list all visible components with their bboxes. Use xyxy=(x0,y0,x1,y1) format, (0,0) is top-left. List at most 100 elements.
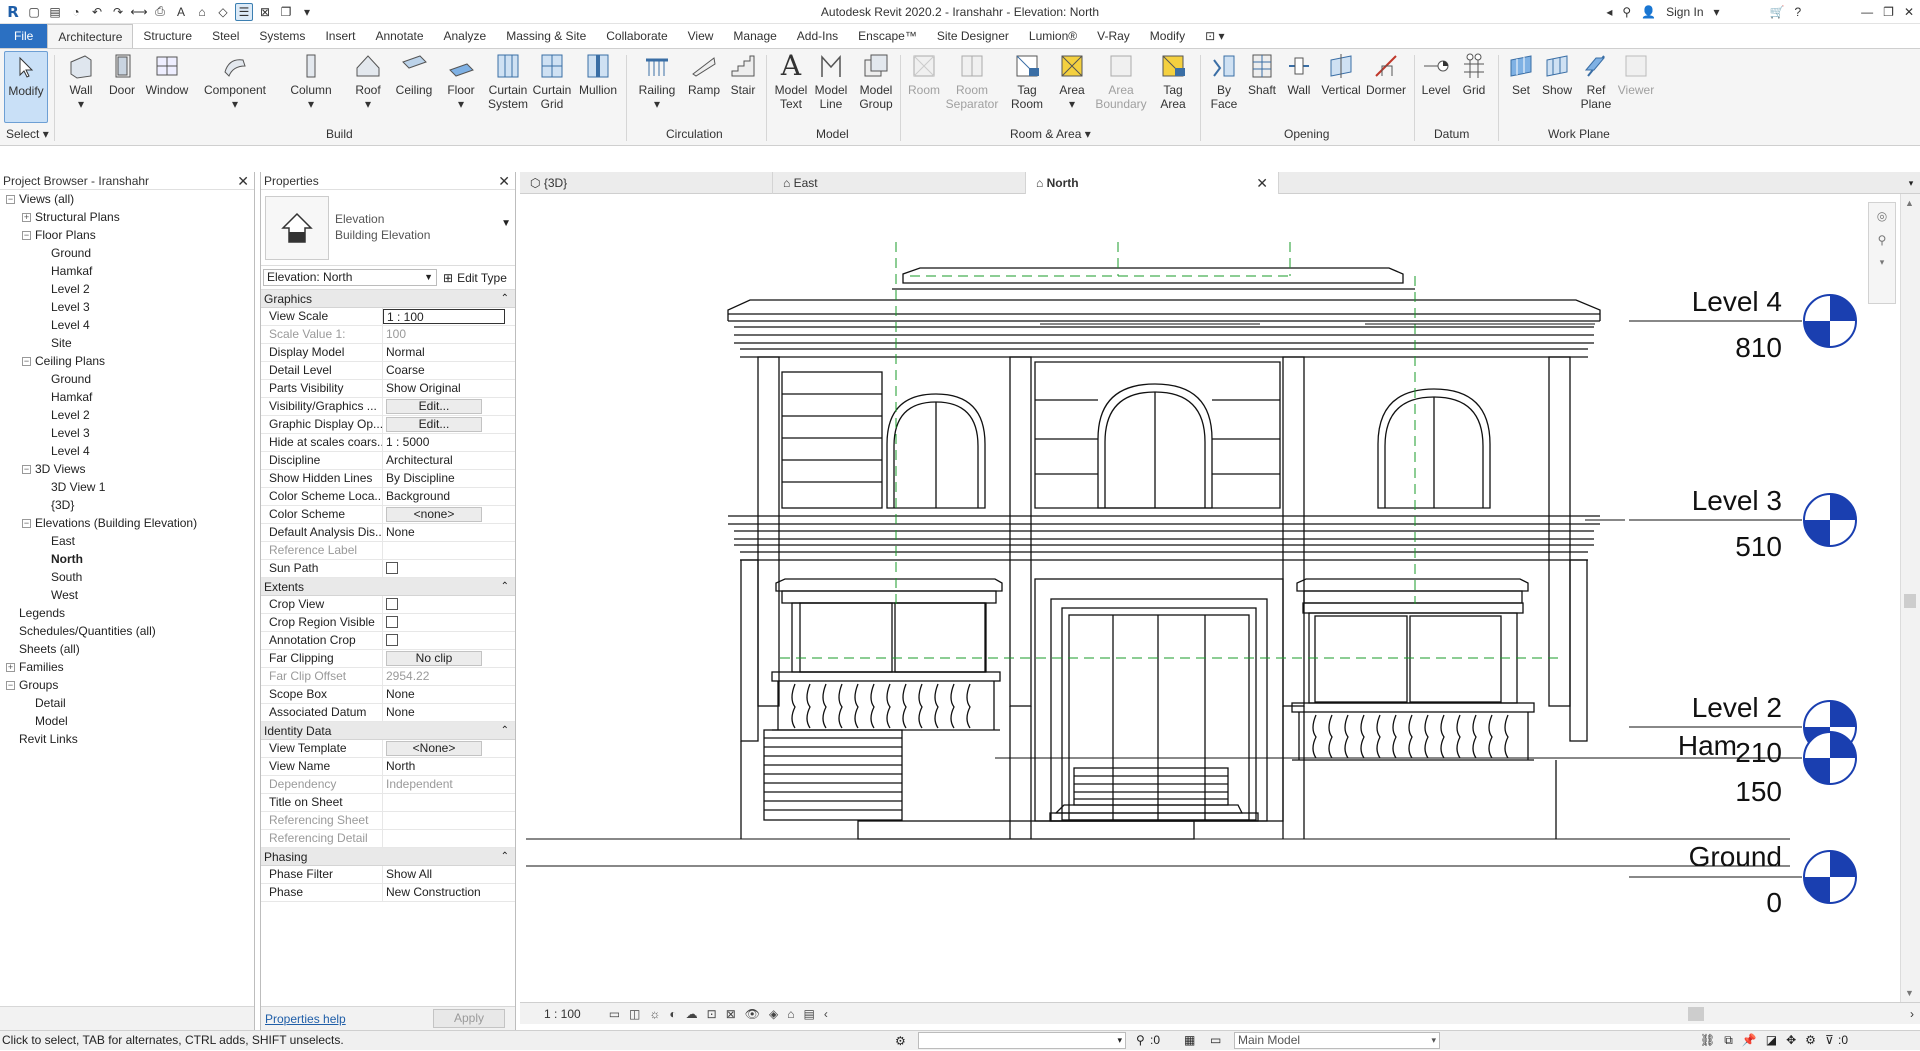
scroll-up-icon[interactable]: ▲ xyxy=(1905,198,1914,208)
property-value[interactable]: Edit... xyxy=(383,398,515,415)
level-name[interactable]: Level 4 xyxy=(1692,286,1782,317)
property-value[interactable]: Show All xyxy=(383,866,515,883)
level-elevation[interactable]: 0 xyxy=(1766,887,1782,918)
curtain-system-button[interactable]: Curtain System xyxy=(486,51,530,111)
collapse-icon[interactable]: − xyxy=(22,357,31,367)
property-group-header[interactable]: Extents ⌃ xyxy=(261,578,515,596)
ceiling-button[interactable]: Ceiling xyxy=(392,51,436,97)
tree-item[interactable]: − Views (all) xyxy=(0,190,254,208)
info-arrow-icon[interactable]: ◂ xyxy=(1606,5,1612,19)
tab-insert[interactable]: Insert xyxy=(315,24,365,48)
tab-analyze[interactable]: Analyze xyxy=(434,24,497,48)
zoom-icon[interactable]: ⚲ xyxy=(1869,233,1895,247)
property-value[interactable]: Show Original xyxy=(383,380,515,397)
stair-button[interactable]: Stair xyxy=(726,51,760,97)
property-value[interactable]: <none> xyxy=(383,506,515,523)
text-icon[interactable]: A xyxy=(172,3,190,21)
dropdown-icon[interactable]: ▾ xyxy=(1714,5,1720,19)
tag-room-button[interactable]: Tag Room xyxy=(1006,51,1048,111)
collapse-icon[interactable]: − xyxy=(22,465,31,475)
modify-button[interactable]: Modify xyxy=(4,51,48,123)
temp-hide-icon[interactable]: 👁 xyxy=(745,1007,760,1021)
grid-button[interactable]: Grid xyxy=(1456,51,1492,97)
save-icon[interactable]: ▤ xyxy=(46,3,64,21)
model-group-button[interactable]: Model Group xyxy=(854,51,898,111)
close-icon[interactable]: ✕ xyxy=(498,172,510,190)
customize-qat-icon[interactable]: ▾ xyxy=(298,3,316,21)
property-value[interactable]: Edit... xyxy=(383,416,515,433)
viewer-button[interactable]: Viewer xyxy=(1616,51,1656,97)
view-scale[interactable]: 1 : 100 xyxy=(544,1007,581,1021)
scroll-down-icon[interactable]: ▼ xyxy=(1905,988,1914,998)
tab-view[interactable]: View xyxy=(678,24,724,48)
property-value[interactable]: 1 : 5000 xyxy=(383,434,515,451)
tab-enscape[interactable]: Enscape™ xyxy=(848,24,927,48)
mullion-button[interactable]: Mullion xyxy=(576,51,620,97)
tree-item[interactable]: Revit Links xyxy=(0,730,254,748)
property-button[interactable]: No clip xyxy=(386,651,482,666)
user-icon[interactable]: 👤 xyxy=(1641,5,1656,19)
sun-path-icon[interactable]: ☼ xyxy=(649,1007,660,1021)
tree-item[interactable]: Schedules/Quantities (all) xyxy=(0,622,254,640)
property-value[interactable]: None xyxy=(383,704,515,721)
property-value[interactable] xyxy=(383,614,515,631)
tree-item[interactable]: + Families xyxy=(0,658,254,676)
level-name[interactable]: Level 3 xyxy=(1692,485,1782,516)
area-button[interactable]: Area ▾ xyxy=(1052,51,1092,111)
tree-item[interactable]: 3D View 1 xyxy=(0,478,254,496)
property-value[interactable]: No clip xyxy=(383,650,515,667)
tree-item[interactable]: Hamkaf xyxy=(0,388,254,406)
tree-item[interactable]: Ground xyxy=(0,370,254,388)
sync-icon[interactable]: ◔ xyxy=(67,3,85,21)
door-button[interactable]: Door xyxy=(104,51,140,97)
curtain-grid-button[interactable]: Curtain Grid xyxy=(532,51,572,111)
level-ground-head[interactable] xyxy=(1803,850,1857,904)
collapse-icon[interactable]: − xyxy=(22,231,31,241)
analytical-icon[interactable]: ▤ xyxy=(803,1007,814,1021)
level-hamkaf-head[interactable] xyxy=(1803,731,1857,785)
tree-item[interactable]: West xyxy=(0,586,254,604)
property-value[interactable]: None xyxy=(383,686,515,703)
measure-icon[interactable]: ⟷ xyxy=(130,3,148,21)
level-name[interactable]: Ham xyxy=(1678,730,1737,761)
instance-filter-select[interactable]: Elevation: North ▼ xyxy=(263,269,437,286)
print-icon[interactable]: ⎙ xyxy=(151,3,169,21)
tree-item[interactable]: − Elevations (Building Elevation) xyxy=(0,514,254,532)
level-4-head[interactable] xyxy=(1803,294,1857,348)
scroll-thumb[interactable] xyxy=(1687,1006,1704,1021)
room-button[interactable]: Room xyxy=(904,51,944,97)
drag-elements-icon[interactable]: ✥ xyxy=(1786,1031,1796,1050)
area-boundary-button[interactable]: Area Boundary xyxy=(1094,51,1148,111)
tab-steel[interactable]: Steel xyxy=(202,24,249,48)
property-value[interactable]: Coarse xyxy=(383,362,515,379)
sign-in-link[interactable]: Sign In xyxy=(1666,5,1703,19)
tab-lumion[interactable]: Lumion® xyxy=(1019,24,1087,48)
tree-item[interactable]: Level 2 xyxy=(0,406,254,424)
select-pinned-icon[interactable]: 📌 xyxy=(1742,1031,1757,1050)
level-name[interactable]: Ground xyxy=(1689,841,1782,872)
scroll-right-icon[interactable]: › xyxy=(1910,1007,1914,1021)
property-value[interactable] xyxy=(383,596,515,613)
cart-icon[interactable]: 🛒 xyxy=(1770,5,1785,19)
scroll-left-icon[interactable]: ‹ xyxy=(824,1007,828,1021)
property-value[interactable]: None xyxy=(383,524,515,541)
reveal-hidden-icon[interactable]: ◈ xyxy=(769,1007,778,1021)
detail-level-icon[interactable]: ▭ xyxy=(609,1007,620,1021)
tree-item[interactable]: Level 3 xyxy=(0,424,254,442)
level-3-head[interactable] xyxy=(1803,493,1857,547)
level-elevation[interactable]: 810 xyxy=(1735,332,1782,363)
shaft-button[interactable]: Shaft xyxy=(1244,51,1280,97)
tab-site-designer[interactable]: Site Designer xyxy=(927,24,1019,48)
collapse-icon[interactable]: − xyxy=(22,519,31,529)
tab-structure[interactable]: Structure xyxy=(133,24,202,48)
property-value[interactable]: 1 : 100 xyxy=(383,309,505,324)
property-value[interactable]: North xyxy=(383,758,515,775)
close-icon[interactable]: ✕ xyxy=(1256,172,1268,194)
set-workplane-button[interactable]: Set xyxy=(1504,51,1538,97)
exclude-options-icon[interactable]: ▭ xyxy=(1210,1031,1221,1050)
room-area-panel-label[interactable]: Room & Area ▾ xyxy=(1010,127,1091,141)
tree-item[interactable]: − Ceiling Plans xyxy=(0,352,254,370)
tab-vray[interactable]: V-Ray xyxy=(1087,24,1140,48)
tab-systems[interactable]: Systems xyxy=(249,24,315,48)
tree-item[interactable]: Level 4 xyxy=(0,316,254,334)
